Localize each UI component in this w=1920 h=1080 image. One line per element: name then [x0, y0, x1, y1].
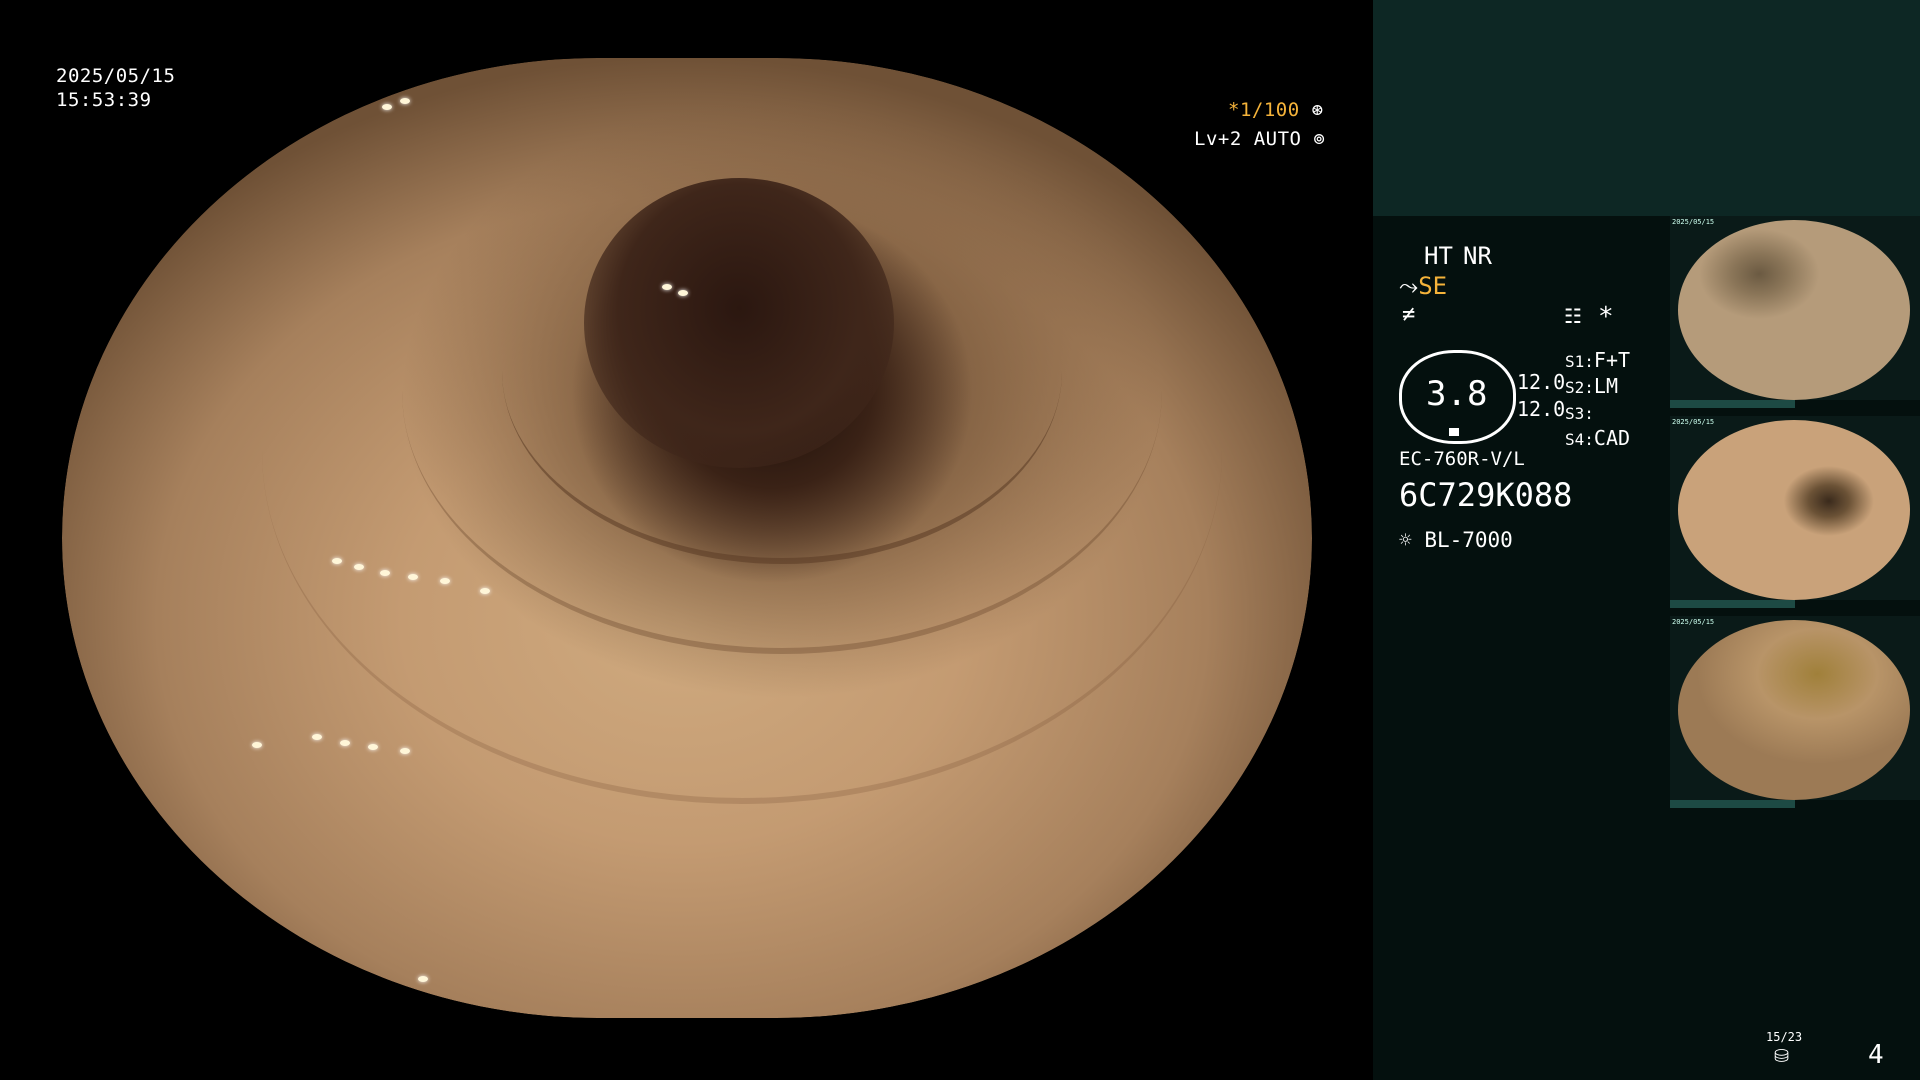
- specular-highlight: [252, 742, 262, 748]
- light-source-label: BL-7000: [1424, 528, 1513, 552]
- se-indicator: ⤳SE: [1399, 272, 1447, 300]
- specular-highlight: [678, 290, 688, 296]
- gauge-marker: [1449, 428, 1459, 436]
- capture-thumbnail[interactable]: 2025/05/15: [1670, 416, 1920, 600]
- specular-highlight: [340, 740, 350, 746]
- thumbnail-bar: [1670, 400, 1795, 408]
- shutter-speed: *1/100 ⊛: [1228, 98, 1324, 122]
- specular-highlight: [408, 574, 418, 580]
- specular-highlight: [382, 104, 392, 110]
- nr-indicator: NR: [1463, 242, 1492, 270]
- thumbnail-tag: 2025/05/15: [1672, 218, 1715, 226]
- thumbnail-bar: [1670, 800, 1795, 808]
- endoscope-view: 2025/05/15 15:53:39 *1/100 ⊛ Lv+2 AUTO ⊚: [0, 0, 1373, 1080]
- settings-menu-icon: ☷: [1564, 304, 1582, 328]
- iris-level-value: Lv+2 AUTO: [1194, 128, 1302, 150]
- sun-lamp-icon: ☼: [1399, 528, 1412, 552]
- image-counter: 15/23: [1766, 1030, 1803, 1044]
- no-freeze-icon: ≠: [1402, 302, 1416, 327]
- switch-row: S1:F+T: [1565, 348, 1631, 372]
- thumbnail-bar: [1670, 600, 1795, 608]
- switch-list: S1:F+T S2:LM S3: S4:CAD: [1565, 348, 1630, 452]
- specular-highlight: [368, 744, 378, 750]
- frame-mask-bottom: [0, 1018, 1373, 1080]
- lumen: [584, 178, 894, 468]
- thumbnail-image: [1678, 220, 1910, 400]
- storage-disk-icon: ⛁: [1774, 1046, 1790, 1067]
- specular-highlight: [400, 748, 410, 754]
- capture-thumbnail[interactable]: 2025/05/15: [1670, 216, 1920, 400]
- endoscopic-image: [62, 58, 1312, 1018]
- specular-highlight: [440, 578, 450, 584]
- gauge-value: 3.8: [1426, 374, 1488, 414]
- asterisk-circle-icon: ⊛: [1311, 99, 1324, 121]
- light-source: ☼ BL-7000: [1399, 528, 1513, 552]
- specular-highlight: [332, 558, 342, 564]
- iris-icon: ⊚: [1313, 128, 1326, 150]
- time-stamp: 15:53:39: [56, 89, 152, 111]
- capture-thumbnail[interactable]: 2025/05/15: [1670, 616, 1920, 800]
- scope-serial: 6C729K088: [1399, 476, 1573, 514]
- frame-mask-top: [0, 0, 1373, 58]
- thumbnail-tag: 2025/05/15: [1672, 418, 1715, 426]
- star-indicator: *: [1598, 302, 1614, 332]
- date-stamp: 2025/05/15: [56, 65, 176, 87]
- se-label: SE: [1418, 272, 1448, 300]
- specular-highlight: [662, 284, 672, 290]
- shutter-value: *1/100: [1228, 99, 1300, 121]
- page-number: 4: [1868, 1040, 1884, 1070]
- switch-row: S4:CAD: [1565, 426, 1631, 450]
- scope-model: EC-760R-V/L: [1399, 448, 1525, 470]
- specular-highlight: [418, 976, 428, 982]
- switch-row: S3:: [1565, 404, 1594, 423]
- thumbnail-image: [1678, 420, 1910, 600]
- reading-2: 12.0: [1517, 397, 1566, 421]
- switch-row: S2:LM: [1565, 374, 1618, 398]
- reading-1: 12.0: [1517, 370, 1566, 394]
- sidebar-header-panel: [1373, 0, 1920, 216]
- specular-highlight: [480, 588, 490, 594]
- iris-level: Lv+2 AUTO ⊚: [1194, 127, 1325, 151]
- thumbnail-image: [1678, 620, 1910, 800]
- thumbnail-tag: 2025/05/15: [1672, 618, 1715, 626]
- enhance-icon: ⤳: [1399, 272, 1419, 300]
- specular-highlight: [380, 570, 390, 576]
- specular-highlight: [312, 734, 322, 740]
- specular-highlight: [354, 564, 364, 570]
- specular-highlight: [400, 98, 410, 104]
- ht-indicator: HT: [1424, 242, 1453, 270]
